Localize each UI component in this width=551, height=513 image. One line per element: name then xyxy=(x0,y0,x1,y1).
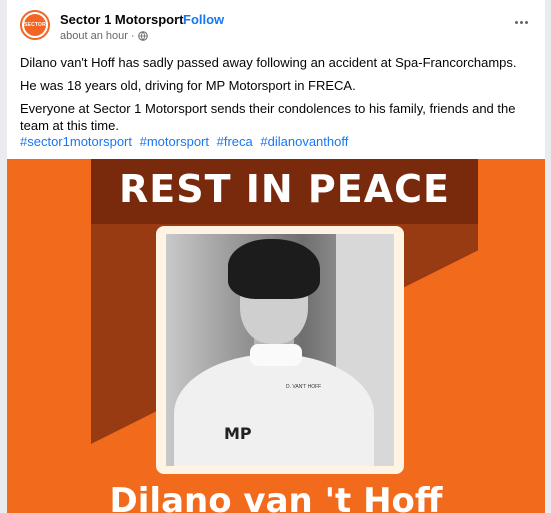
timestamp-separator: · xyxy=(130,30,135,42)
post-paragraph: Dilano van't Hoff has sadly passed away … xyxy=(20,55,517,70)
post-meta: about an hour · xyxy=(60,30,148,42)
globe-icon xyxy=(137,31,148,41)
hashtag-link[interactable]: #freca xyxy=(217,134,253,149)
page-avatar[interactable]: SECTOR xyxy=(20,10,50,40)
post-header: SECTOR Sector 1 Motorsport · Follow abou… xyxy=(7,0,545,46)
post-paragraph: Everyone at Sector 1 Motorsport sends th… xyxy=(20,101,516,133)
page-name-link[interactable]: Sector 1 Motorsport xyxy=(60,12,184,27)
more-options-icon[interactable] xyxy=(511,14,531,30)
name-separator: · xyxy=(173,12,178,27)
hashtag-link[interactable]: #dilanovanthoff xyxy=(260,134,348,149)
driver-name: Dilano van 't Hoff xyxy=(109,481,443,513)
portrait-frame: MP D. VAN'T HOFF xyxy=(156,226,404,474)
post-image[interactable]: REST IN PEACE MP D. VAN'T HOFF Dilano va… xyxy=(7,159,545,513)
hashtag-list: #sector1motorsport #motorsport #freca #d… xyxy=(20,134,352,149)
post-card: SECTOR Sector 1 Motorsport · Follow abou… xyxy=(7,0,545,513)
hashtag-link[interactable]: #sector1motorsport xyxy=(20,134,132,149)
avatar-logo: SECTOR xyxy=(24,14,46,36)
post-text: Dilano van't Hoff has sadly passed away … xyxy=(20,54,535,140)
hashtag-link[interactable]: #motorsport xyxy=(140,134,209,149)
suit-logo: MP xyxy=(224,424,252,443)
suit-collar xyxy=(250,344,302,366)
post-timestamp[interactable]: about an hour xyxy=(60,30,128,42)
hair xyxy=(228,239,320,299)
race-suit xyxy=(174,354,374,466)
headline-text: REST IN PEACE xyxy=(119,167,450,211)
follow-button[interactable]: Follow xyxy=(183,12,224,27)
driver-portrait: MP D. VAN'T HOFF xyxy=(166,234,394,466)
post-paragraph: He was 18 years old, driving for MP Moto… xyxy=(20,78,356,93)
suit-name-tag: D. VAN'T HOFF xyxy=(286,384,322,390)
